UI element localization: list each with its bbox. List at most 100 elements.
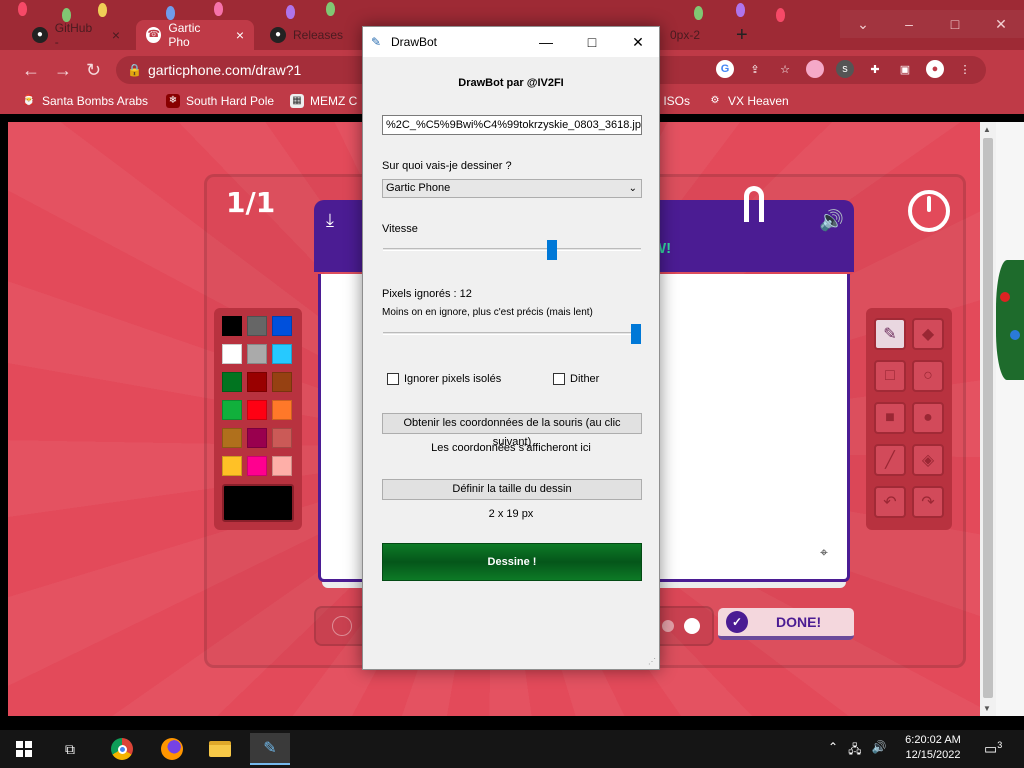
drawbot-taskbar-icon[interactable]: ✎ xyxy=(250,733,290,765)
draw-button[interactable]: Dessine ! xyxy=(382,543,642,581)
done-button[interactable]: ✓ DONE! xyxy=(718,608,854,640)
chevron-up-icon[interactable]: ⌃ xyxy=(828,740,838,761)
pencil-tool-icon[interactable]: ✎ xyxy=(874,318,906,350)
scroll-up-icon[interactable]: ▲ xyxy=(983,125,991,134)
extension-flag-icon[interactable] xyxy=(806,60,824,78)
task-view-icon[interactable]: ⧉ xyxy=(50,733,90,765)
ignore-isolated-checkbox[interactable]: Ignorer pixels isolés xyxy=(387,373,501,385)
maximize-button[interactable]: □ xyxy=(569,27,615,57)
get-mouse-coords-button[interactable]: Obtenir les coordonnées de la souris (au… xyxy=(382,413,642,448)
brush-size-medium[interactable] xyxy=(662,620,674,632)
color-swatch[interactable] xyxy=(272,456,292,476)
volume-icon[interactable]: 🔊 xyxy=(819,208,844,233)
page-scrollbar[interactable]: ▲ ▼ xyxy=(980,122,996,716)
start-button[interactable] xyxy=(4,733,44,765)
circle-fill-tool-icon[interactable]: ● xyxy=(912,402,944,434)
color-swatch[interactable] xyxy=(222,400,242,420)
speed-slider[interactable] xyxy=(383,248,641,251)
download-icon[interactable]: ⤓ xyxy=(326,210,334,231)
network-icon[interactable]: 🖧 xyxy=(848,740,861,761)
file-explorer-icon[interactable] xyxy=(200,733,240,765)
redo-icon[interactable]: ↷ xyxy=(912,486,944,518)
notification-icon[interactable]: ▭3 xyxy=(984,740,1002,758)
notification-count: 3 xyxy=(997,740,1003,750)
close-button[interactable]: ✕ xyxy=(615,27,661,57)
brush-size-small[interactable] xyxy=(332,616,352,636)
clock[interactable]: 6:20:02 AM 12/15/2022 xyxy=(896,733,970,763)
scroll-thumb[interactable] xyxy=(983,138,993,698)
color-swatch[interactable] xyxy=(247,456,267,476)
profile-icon[interactable]: ● xyxy=(926,60,944,78)
share-icon[interactable]: ⇪ xyxy=(746,60,764,78)
rectangle-fill-tool-icon[interactable]: ■ xyxy=(874,402,906,434)
back-button[interactable]: ← xyxy=(22,60,40,81)
checkbox-box[interactable] xyxy=(553,373,565,385)
menu-icon[interactable]: ⋮ xyxy=(956,60,974,78)
color-swatch[interactable] xyxy=(272,428,292,448)
firefox-icon[interactable] xyxy=(152,733,192,765)
color-swatch[interactable] xyxy=(222,344,242,364)
color-swatch[interactable] xyxy=(272,344,292,364)
circle-outline-tool-icon[interactable]: ○ xyxy=(912,360,944,392)
checkbox-box[interactable] xyxy=(387,373,399,385)
set-size-button[interactable]: Définir la taille du dessin xyxy=(382,479,642,500)
target-label: Sur quoi vais-je dessiner ? xyxy=(382,160,512,172)
chrome-icon[interactable] xyxy=(102,733,142,765)
url-text: garticphone.com/draw?1 xyxy=(148,62,302,78)
puzzle-icon[interactable]: ✚ xyxy=(866,60,884,78)
extension-s-icon[interactable]: s xyxy=(836,60,854,78)
color-swatch[interactable] xyxy=(247,316,267,336)
bookmark-south-hard-pole[interactable]: ❄ South Hard Pole xyxy=(166,94,274,108)
tab-github[interactable]: ● GitHub - × xyxy=(22,20,130,50)
color-swatch[interactable] xyxy=(222,428,242,448)
color-swatch[interactable] xyxy=(247,400,267,420)
bookmark-memz[interactable]: ▦ MEMZ C xyxy=(290,94,357,108)
forward-button[interactable]: → xyxy=(54,60,72,81)
sidebar-icon[interactable]: ▣ xyxy=(896,60,914,78)
color-swatch[interactable] xyxy=(222,372,242,392)
new-tab-button[interactable]: + xyxy=(736,24,748,47)
browser-window-controls: ⌄ – □ ✕ xyxy=(840,10,1024,38)
close-icon[interactable]: × xyxy=(236,27,244,43)
scroll-down-icon[interactable]: ▼ xyxy=(983,704,991,713)
eraser-tool-icon[interactable]: ◆ xyxy=(912,318,944,350)
pixels-slider-thumb[interactable] xyxy=(631,324,641,344)
rectangle-outline-tool-icon[interactable]: □ xyxy=(874,360,906,392)
bookmark-santa[interactable]: 🎅 Santa Bombs Arabs xyxy=(22,94,148,108)
chevron-down-icon[interactable]: ⌄ xyxy=(840,10,886,38)
bookmark-vx-heaven[interactable]: ⚙ VX Heaven xyxy=(708,94,789,108)
file-path-field[interactable]: %2C_%C5%9Bwi%C4%99tokrzyskie_0803_3618.j… xyxy=(382,115,642,135)
check-icon: ✓ xyxy=(726,611,748,633)
tab-image[interactable]: 0px-2 xyxy=(660,20,730,50)
pixels-slider[interactable] xyxy=(383,332,641,335)
target-value: Gartic Phone xyxy=(386,182,451,194)
color-swatch[interactable] xyxy=(222,316,242,336)
color-swatch[interactable] xyxy=(222,456,242,476)
tab-releases[interactable]: ● Releases xyxy=(260,20,364,50)
color-swatch[interactable] xyxy=(272,316,292,336)
close-icon[interactable]: × xyxy=(112,27,120,43)
maximize-button[interactable]: □ xyxy=(932,10,978,38)
reload-button[interactable]: ↻ xyxy=(86,60,101,81)
tab-gartic-phone[interactable]: ☎ Gartic Pho × xyxy=(136,20,254,50)
target-select[interactable]: Gartic Phone ⌄ xyxy=(382,179,642,198)
color-swatch[interactable] xyxy=(272,400,292,420)
color-swatch[interactable] xyxy=(272,372,292,392)
dither-checkbox[interactable]: Dither xyxy=(553,373,599,385)
close-button[interactable]: ✕ xyxy=(978,10,1024,38)
color-swatch[interactable] xyxy=(247,344,267,364)
color-palette xyxy=(214,308,302,530)
fill-bucket-tool-icon[interactable]: ◈ xyxy=(912,444,944,476)
undo-icon[interactable]: ↶ xyxy=(874,486,906,518)
line-tool-icon[interactable]: ╱ xyxy=(874,444,906,476)
volume-icon[interactable]: 🔊 xyxy=(871,740,886,761)
resize-grip-icon[interactable]: ⋰ xyxy=(648,657,656,666)
star-icon[interactable]: ☆ xyxy=(776,60,794,78)
minimize-button[interactable]: – xyxy=(886,10,932,38)
google-icon[interactable]: G xyxy=(716,60,734,78)
brush-size-large[interactable] xyxy=(684,618,700,634)
minimize-button[interactable]: — xyxy=(523,27,569,57)
speed-slider-thumb[interactable] xyxy=(546,240,557,260)
color-swatch[interactable] xyxy=(247,428,267,448)
color-swatch[interactable] xyxy=(247,372,267,392)
